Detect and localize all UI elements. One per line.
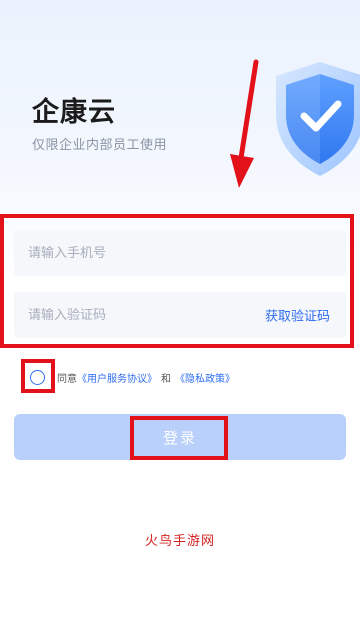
app-title: 企康云 bbox=[32, 97, 116, 128]
verification-code-input[interactable] bbox=[28, 307, 228, 323]
shield-check-icon bbox=[276, 62, 360, 176]
user-agreement-link[interactable]: 《用户服务协议》 bbox=[77, 370, 157, 385]
login-button-label: 登录 bbox=[162, 428, 197, 447]
app-subtitle: 仅限企业内部员工使用 bbox=[32, 138, 168, 153]
agree-prefix: 同意 bbox=[57, 373, 77, 385]
get-code-button[interactable]: 获取验证码 bbox=[265, 306, 330, 325]
agreement-row: 同意 《用户服务协议》 和 《隐私政策》 bbox=[30, 368, 235, 386]
login-button[interactable]: 登录 bbox=[14, 414, 346, 460]
arrow-down-icon bbox=[230, 59, 259, 188]
privacy-policy-link[interactable]: 《隐私政策》 bbox=[175, 370, 235, 385]
agree-and: 和 bbox=[161, 373, 171, 385]
code-field: 获取验证码 bbox=[14, 292, 346, 338]
phone-input[interactable] bbox=[28, 245, 228, 261]
agreement-radio[interactable] bbox=[30, 369, 45, 385]
phone-field bbox=[14, 230, 346, 276]
watermark-text: 火鸟手游网 bbox=[144, 534, 215, 549]
